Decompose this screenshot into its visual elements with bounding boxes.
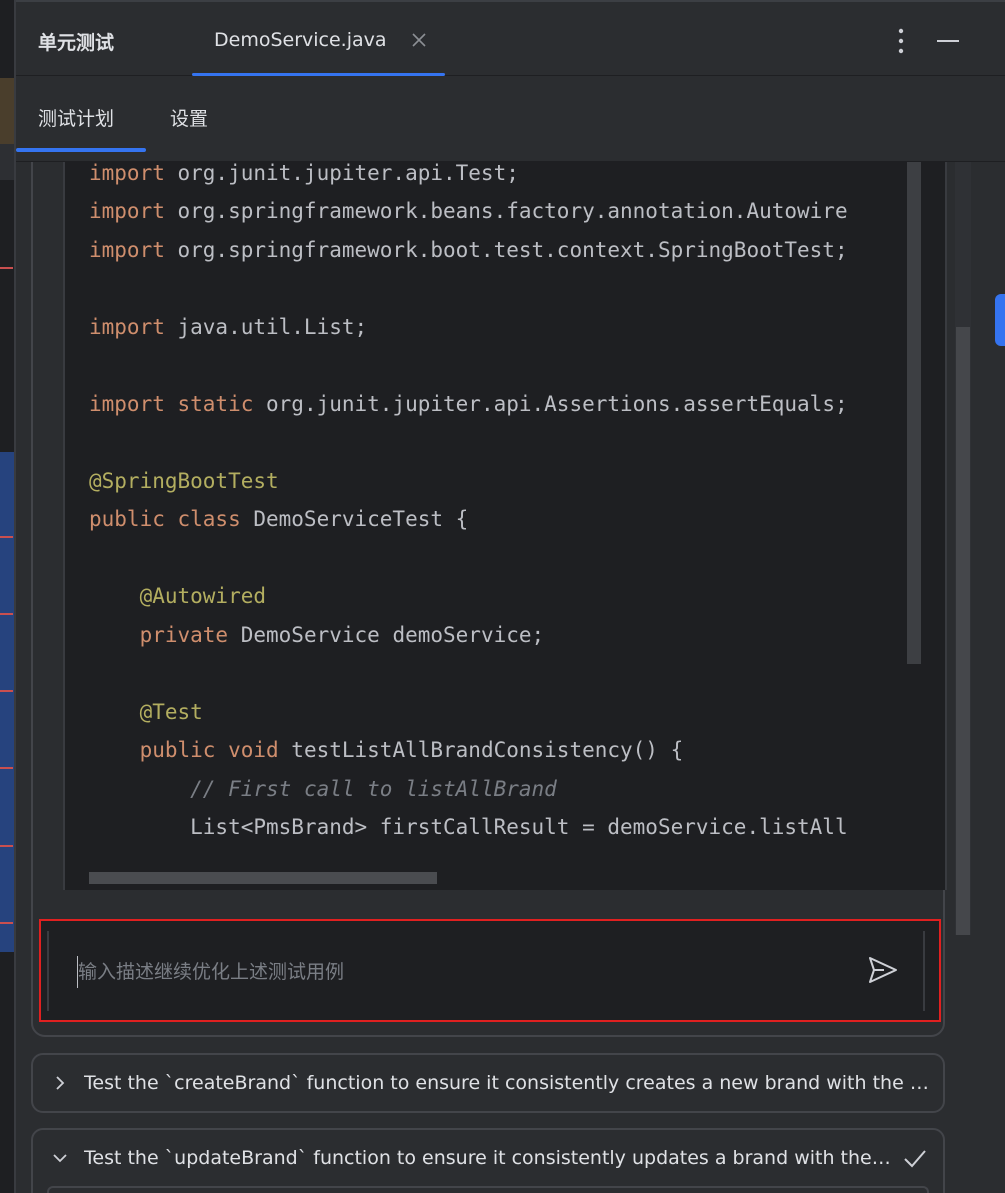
tab-label: 测试计划 bbox=[38, 108, 115, 130]
generated-test-card: import com.macro.mall.demo.service.DemoS… bbox=[31, 162, 947, 1037]
code-token: List<PmsBrand> firstCallResult = demoSer… bbox=[89, 815, 848, 839]
code-token: DemoServiceTest { bbox=[240, 507, 469, 531]
scrollbar-thumb[interactable] bbox=[956, 327, 970, 935]
code-token: public void bbox=[139, 738, 279, 762]
close-icon[interactable] bbox=[410, 31, 428, 49]
code-line: import static org.junit.jupiter.api.Asse… bbox=[89, 385, 848, 424]
code-line: public class DemoServiceTest { bbox=[89, 500, 848, 539]
code-token: org.junit.jupiter.api.Test; bbox=[164, 162, 519, 185]
test-case-card-expanded[interactable]: Test the `updateBrand` function to ensur… bbox=[31, 1128, 945, 1193]
file-tab-label: DemoService.java bbox=[214, 29, 387, 51]
code-line: // First call to listAllBrand bbox=[89, 770, 848, 809]
code-token: import bbox=[89, 162, 165, 185]
tab-settings[interactable]: 设置 bbox=[168, 76, 248, 154]
code-line: @Test bbox=[89, 693, 848, 732]
code-token: import bbox=[89, 314, 165, 339]
tool-window-header: 单元测试 DemoService.java bbox=[16, 0, 1005, 76]
editor-gutter-sliver bbox=[0, 0, 14, 1193]
code-line: import org.junit.jupiter.api.Test; bbox=[89, 162, 848, 192]
code-token: java.util.List; bbox=[164, 314, 368, 339]
test-case-details bbox=[47, 1186, 929, 1193]
send-icon[interactable] bbox=[867, 955, 899, 985]
code-line: @SpringBootTest bbox=[89, 462, 848, 501]
code-line: import org.springframework.beans.factory… bbox=[89, 192, 848, 231]
code-token: @SpringBootTest bbox=[89, 468, 279, 493]
code-token: testListAllBrandConsistency() { bbox=[278, 738, 684, 762]
tab-label: 设置 bbox=[170, 108, 209, 130]
refine-input-container bbox=[39, 919, 941, 1022]
chevron-down-icon[interactable] bbox=[51, 1149, 69, 1167]
code-token: public class bbox=[89, 507, 241, 531]
code-token: import static bbox=[89, 391, 254, 416]
test-case-title: Test the `createBrand` function to ensur… bbox=[84, 1072, 932, 1094]
minimize-icon[interactable] bbox=[936, 32, 960, 50]
unit-test-tool-window: 单元测试 DemoService.java 测试计划 设置 import org… bbox=[0, 0, 1005, 1193]
test-case-title: Test the `updateBrand` function to ensur… bbox=[84, 1147, 892, 1169]
chevron-right-icon[interactable] bbox=[51, 1074, 69, 1092]
code-line: private DemoService demoService; bbox=[89, 616, 848, 655]
refine-prompt-input[interactable] bbox=[77, 956, 780, 988]
refine-input-wrapper bbox=[47, 931, 925, 1011]
code-token: private bbox=[139, 622, 229, 647]
file-tab-demoservice[interactable]: DemoService.java bbox=[192, 2, 445, 76]
tab-bar: 测试计划 设置 bbox=[16, 76, 1005, 162]
code-line: List<PmsBrand> firstCallResult = demoSer… bbox=[89, 808, 848, 847]
code-token: org.springframework.beans.factory.annota… bbox=[164, 199, 848, 223]
side-panel-indicator[interactable] bbox=[995, 294, 1005, 346]
panel-title: 单元测试 bbox=[38, 32, 115, 54]
code-preview: import com.macro.mall.demo.service.DemoS… bbox=[63, 162, 947, 890]
code-line: @Autowired bbox=[89, 577, 848, 616]
code-token: org.springframework.boot.test.context.Sp… bbox=[164, 237, 848, 262]
code-token: @Autowired bbox=[139, 584, 267, 608]
code-line: import java.util.List; bbox=[89, 308, 848, 347]
code-vertical-scrollbar[interactable] bbox=[907, 162, 921, 664]
code-token: import bbox=[89, 237, 165, 262]
test-plan-content: import com.macro.mall.demo.service.DemoS… bbox=[16, 162, 1005, 1193]
panel-vertical-scrollbar[interactable] bbox=[955, 162, 971, 935]
code-line: public void testListAllBrandConsistency(… bbox=[89, 731, 848, 770]
code-block: import com.macro.mall.demo.service.DemoS… bbox=[89, 162, 848, 847]
code-token: DemoService demoService; bbox=[228, 622, 545, 647]
code-token: import bbox=[89, 199, 165, 223]
code-token: // First call to listAllBrand bbox=[190, 776, 557, 801]
active-tab-indicator bbox=[16, 148, 146, 152]
code-line: import org.springframework.boot.test.con… bbox=[89, 231, 848, 270]
check-icon bbox=[903, 1148, 927, 1170]
code-token: @Test bbox=[139, 699, 203, 724]
test-case-card[interactable]: Test the `createBrand` function to ensur… bbox=[31, 1053, 945, 1113]
code-token: org.junit.jupiter.api.Assertions.assertE… bbox=[253, 391, 848, 416]
more-vertical-icon[interactable] bbox=[891, 28, 911, 54]
tab-test-plan[interactable]: 测试计划 bbox=[16, 76, 146, 154]
code-horizontal-scrollbar[interactable] bbox=[89, 872, 437, 884]
